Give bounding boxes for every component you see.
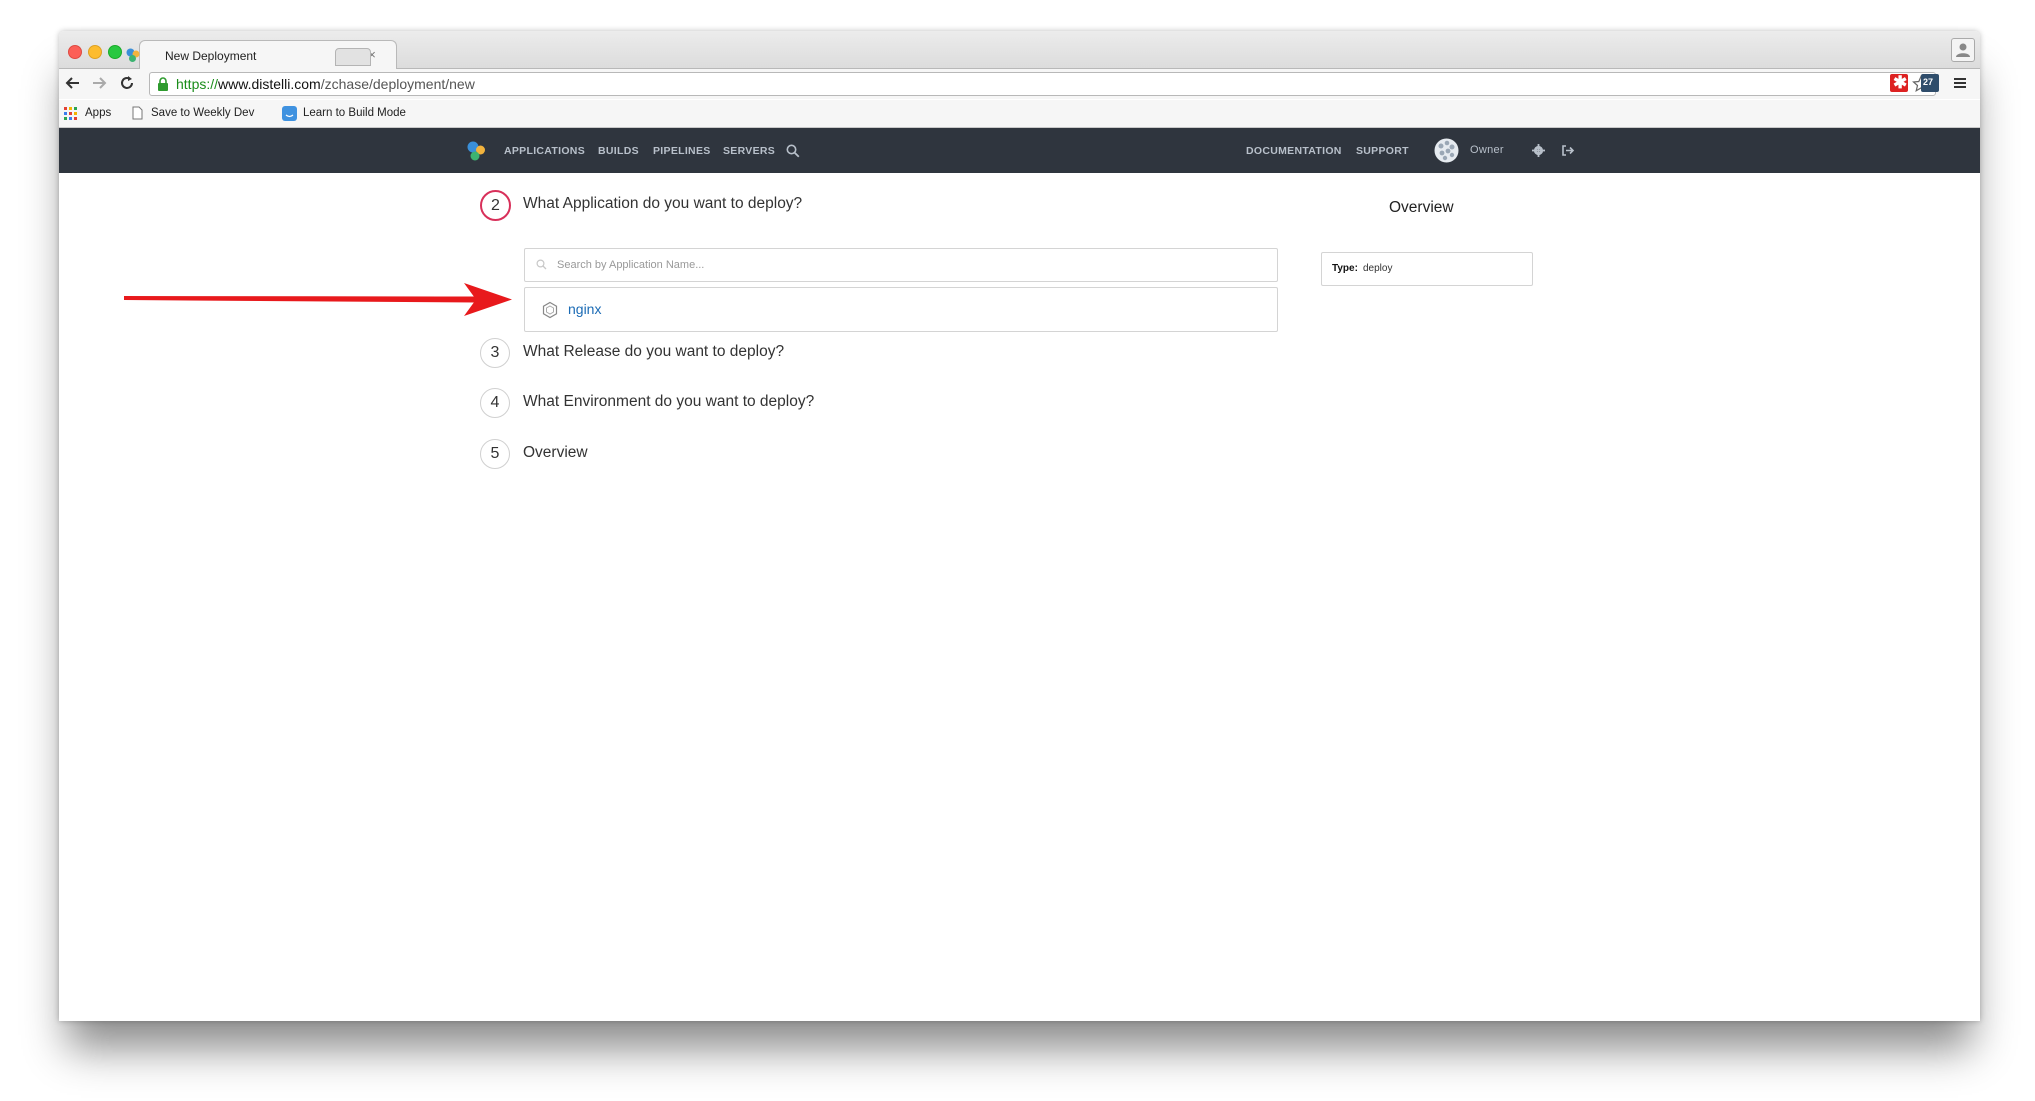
step-question-environment: What Environment do you want to deploy? (523, 393, 815, 410)
application-name[interactable]: nginx (568, 301, 601, 317)
extension-calendar-icon[interactable]: 27 (1921, 74, 1939, 92)
overview-title: Overview (1389, 199, 1454, 216)
extension-asterisk-icon[interactable]: ✱ (1890, 73, 1908, 92)
step-overview: Overview (523, 444, 588, 461)
reload-icon[interactable] (117, 73, 137, 93)
step-number-5: 5 (480, 439, 510, 469)
step-number-3: 3 (480, 338, 510, 368)
distelli-favicon-icon (126, 48, 140, 62)
nav-documentation[interactable]: DOCUMENTATION (1246, 145, 1342, 157)
search-icon (536, 259, 547, 270)
overview-type-label: Type: (1332, 263, 1358, 274)
logout-icon[interactable] (1561, 144, 1575, 157)
step-number-4: 4 (480, 388, 510, 418)
application-search-box[interactable] (524, 248, 1278, 282)
browser-titlebar: New Deployment × (59, 31, 1980, 70)
gear-icon[interactable] (1532, 144, 1545, 157)
bookmark-save-to-weekly-dev[interactable]: Save to Weekly Dev (151, 107, 264, 119)
forward-arrow-icon[interactable] (89, 73, 109, 93)
hexagon-app-icon (542, 301, 558, 319)
browser-window: New Deployment × https://www.distelli.co… (59, 31, 1980, 1021)
minimize-window-button[interactable] (88, 45, 102, 59)
address-bar[interactable]: https://www.distelli.com/zchase/deployme… (149, 72, 1936, 96)
finder-face-icon (282, 106, 297, 121)
new-tab-button[interactable] (335, 48, 371, 66)
step-question-application: What Application do you want to deploy? (523, 195, 803, 212)
distelli-logo-icon[interactable] (465, 140, 487, 162)
browser-toolbar: https://www.distelli.com/zchase/deployme… (59, 69, 1980, 99)
search-icon[interactable] (786, 144, 800, 158)
avatar[interactable] (1434, 138, 1459, 163)
nav-applications[interactable]: APPLICATIONS (504, 145, 585, 157)
step-number-2: 2 (480, 190, 511, 221)
person-icon (1956, 43, 1970, 57)
bookmark-learn-to-build-mode[interactable]: Learn to Build Mode (303, 107, 416, 119)
maximize-window-button[interactable] (108, 45, 122, 59)
tab-title: New Deployment (165, 49, 257, 63)
extension-badge-text: 27 (1923, 77, 1934, 87)
step-question-release: What Release do you want to deploy? (523, 343, 785, 360)
apps-grid-icon (64, 107, 77, 120)
nav-servers[interactable]: SERVERS (723, 145, 775, 157)
app-navbar: APPLICATIONS BUILDS PIPELINES SERVERS DO… (59, 128, 1980, 173)
nav-builds[interactable]: BUILDS (598, 145, 639, 157)
annotation-arrow (124, 283, 512, 316)
close-window-button[interactable] (68, 45, 82, 59)
menu-hamburger-icon[interactable] (1953, 76, 1967, 90)
overview-type-value: deploy (1363, 263, 1393, 274)
application-search-input[interactable] (555, 249, 1259, 281)
nav-pipelines[interactable]: PIPELINES (653, 145, 711, 157)
lock-icon (158, 77, 168, 91)
nav-support[interactable]: SUPPORT (1356, 145, 1409, 157)
user-name-label[interactable]: Owner (1470, 144, 1504, 156)
overview-card: Type: deploy (1321, 252, 1533, 286)
application-option-nginx[interactable]: nginx (524, 287, 1278, 332)
profile-button[interactable] (1951, 38, 1975, 62)
bookmark-apps[interactable]: Apps (85, 107, 111, 119)
url-text: https://www.distelli.com/zchase/deployme… (176, 76, 475, 92)
bookmarks-bar: Apps Save to Weekly Dev Learn to Build M… (59, 100, 1980, 128)
back-arrow-icon[interactable] (63, 73, 83, 93)
page-icon (132, 106, 143, 120)
